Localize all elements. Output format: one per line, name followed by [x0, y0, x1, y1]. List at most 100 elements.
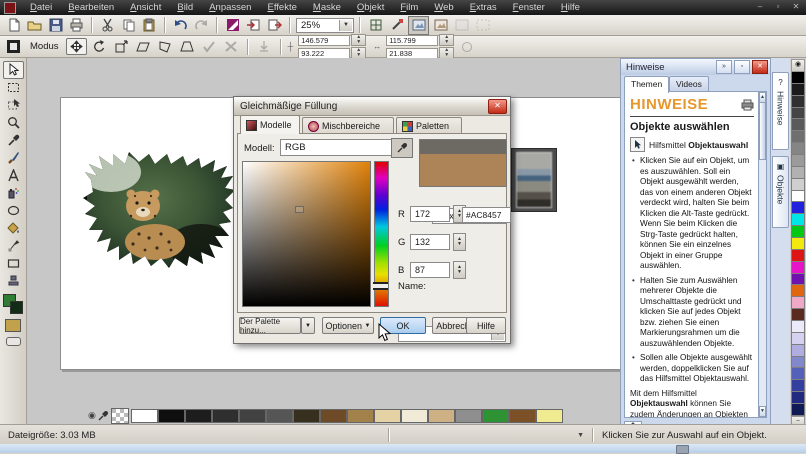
ellipse-tool[interactable]	[3, 202, 24, 220]
print-icon[interactable]	[741, 99, 754, 111]
palette-eyedropper-icon[interactable]	[98, 410, 109, 422]
channel-spinner[interactable]: ▲▼	[453, 261, 466, 279]
color-swatch[interactable]	[791, 191, 805, 203]
color-swatch[interactable]	[791, 380, 805, 392]
color-swatch[interactable]	[347, 409, 374, 423]
menu-item[interactable]: Ansicht	[122, 1, 169, 14]
color-swatch[interactable]	[791, 345, 805, 357]
menu-item[interactable]: Web	[426, 1, 461, 14]
paste-icon[interactable]	[140, 17, 159, 34]
dialog-close-icon[interactable]: ✕	[488, 99, 507, 114]
channel-spinner[interactable]: ▲▼	[453, 233, 466, 251]
height-field[interactable]: 21.838	[386, 48, 438, 59]
menu-item[interactable]: Effekte	[259, 1, 304, 14]
hue-slider[interactable]	[374, 161, 389, 307]
docker-tab-hinweise[interactable]: ? Hinweise	[772, 72, 789, 150]
export-icon[interactable]	[265, 17, 284, 34]
color-swatch[interactable]	[320, 409, 347, 423]
restore-icon[interactable]: ▫	[772, 2, 784, 12]
fill-tool[interactable]	[3, 219, 24, 237]
float-panel-icon[interactable]: ▫	[734, 60, 750, 74]
open-folder-icon[interactable]	[25, 17, 44, 34]
color-swatch[interactable]	[791, 250, 805, 262]
scrollbar-thumb[interactable]	[759, 102, 766, 160]
options-button[interactable]: Optionen ▼	[322, 317, 374, 334]
hide-mask-icon[interactable]	[431, 17, 450, 34]
menu-item[interactable]: Datei	[22, 1, 60, 14]
tab-modelle[interactable]: Modelle	[240, 115, 300, 134]
paint-tool[interactable]	[3, 149, 24, 167]
color-swatch[interactable]	[791, 131, 805, 143]
color-swatch[interactable]	[791, 392, 805, 404]
color-swatch[interactable]	[791, 108, 805, 120]
color-swatch[interactable]	[791, 238, 805, 250]
menu-item[interactable]: Bearbeiten	[60, 1, 122, 14]
x-spinner[interactable]: ▲▼	[351, 34, 366, 46]
add-to-palette-button[interactable]: Der Palette hinzu...	[239, 317, 301, 334]
menu-item[interactable]: Extras	[462, 1, 505, 14]
distort-mode-button[interactable]	[156, 38, 175, 55]
cut-icon[interactable]	[98, 17, 117, 34]
color-swatch[interactable]	[791, 214, 805, 226]
hue-slider-handle[interactable]	[373, 282, 388, 290]
model-combo[interactable]: RGB ▼	[280, 139, 406, 156]
object-pick-tool[interactable]	[3, 61, 24, 79]
color-swatch[interactable]	[791, 179, 805, 191]
menu-item[interactable]: Anpassen	[201, 1, 259, 14]
color-swatch[interactable]	[428, 409, 455, 423]
color-swatch[interactable]	[791, 72, 805, 84]
menu-item[interactable]: Film	[392, 1, 426, 14]
hints-titlebar[interactable]: Hinweise » ▫ ✕	[621, 59, 770, 75]
rectangle-mask-tool[interactable]	[3, 79, 24, 97]
clone-tool[interactable]	[3, 272, 24, 290]
color-swatch[interactable]	[131, 409, 158, 423]
color-field[interactable]	[242, 161, 371, 307]
color-swatch[interactable]	[791, 143, 805, 155]
dialog-titlebar[interactable]: Gleichmäßige Füllung	[234, 97, 510, 116]
x-position-field[interactable]: 146.579	[298, 35, 350, 46]
tool-preset-icon[interactable]	[4, 38, 23, 55]
tab-mischbereiche[interactable]: Mischbereiche	[302, 117, 394, 134]
landscape-image-object[interactable]	[511, 148, 557, 212]
print-icon[interactable]	[67, 17, 86, 34]
menu-item[interactable]: Hilfe	[553, 1, 588, 14]
color-swatch[interactable]	[791, 202, 805, 214]
color-swatch[interactable]	[791, 226, 805, 238]
perspective-mode-button[interactable]	[178, 38, 197, 55]
color-swatch[interactable]	[791, 96, 805, 108]
undo-icon[interactable]	[171, 17, 190, 34]
close-panel-icon[interactable]: ✕	[752, 60, 768, 74]
no-color-swatch[interactable]	[111, 408, 129, 424]
tab-paletten[interactable]: Paletten	[396, 117, 462, 134]
color-swatch[interactable]	[791, 84, 805, 96]
docker-tab-objekte[interactable]: ▣ Objekte	[772, 156, 789, 228]
shape-tool-icon[interactable]	[387, 17, 406, 34]
channel-input[interactable]: 87	[410, 262, 450, 278]
copy-icon[interactable]	[119, 17, 138, 34]
color-swatch[interactable]	[455, 409, 482, 423]
mask-overlay-icon[interactable]	[452, 17, 471, 34]
color-swatch[interactable]	[791, 321, 805, 333]
chevron-down-icon[interactable]: ▼	[339, 20, 352, 31]
y-position-field[interactable]: 93.222	[298, 48, 350, 59]
palette-picker-icon[interactable]: ◉	[88, 410, 96, 421]
color-swatch[interactable]	[212, 409, 239, 423]
color-swatch[interactable]	[239, 409, 266, 423]
palette-options-icon[interactable]: ◉	[791, 59, 805, 72]
tab-themen[interactable]: Themen	[624, 76, 669, 93]
leopard-image-object[interactable]	[83, 150, 237, 270]
show-mask-icon[interactable]	[408, 16, 429, 35]
zoom-tool[interactable]	[3, 114, 24, 132]
rectangle-tool[interactable]	[3, 255, 24, 273]
grid-icon[interactable]	[366, 17, 385, 34]
color-swatch[interactable]	[374, 409, 401, 423]
skew-mode-button[interactable]	[134, 38, 153, 55]
color-swatch[interactable]	[791, 357, 805, 369]
transparency-swatch[interactable]	[6, 337, 21, 346]
background-color-swatch[interactable]	[10, 301, 23, 314]
color-swatch[interactable]	[791, 309, 805, 321]
status-dropdown-icon[interactable]: ▼	[577, 432, 584, 439]
color-swatch[interactable]	[791, 155, 805, 167]
path-tool[interactable]	[3, 237, 24, 255]
minimize-icon[interactable]: –	[754, 2, 766, 12]
